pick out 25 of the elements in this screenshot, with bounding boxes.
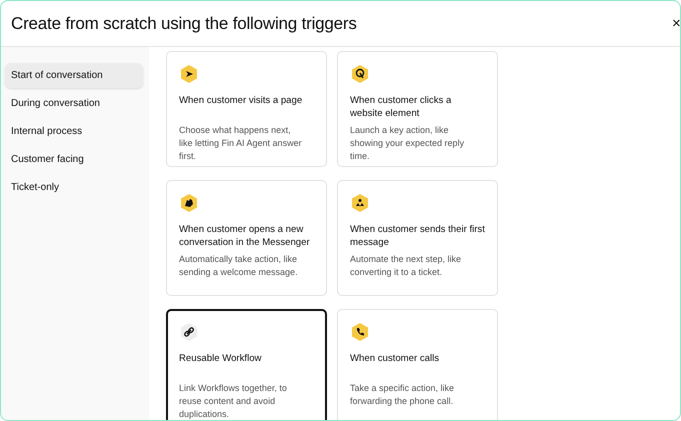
card-description: Launch a key action, like showing your expected reply time. xyxy=(350,124,466,163)
sidebar-item[interactable]: Start of conversation xyxy=(5,63,143,88)
card-title: When customer sends their first message xyxy=(350,223,485,249)
trigger-card[interactable]: When customer calls Take a specific action, like forwarding the phone call. xyxy=(337,309,498,420)
card-description: Automatically take action, like sending a welcome message. xyxy=(179,253,299,279)
trigger-card[interactable]: When customer visits a page Choose what happens next, like letting Fin AI Agent answer first. xyxy=(166,51,327,167)
dialog-title: Create from scratch using the following triggers xyxy=(11,14,357,34)
trigger-card[interactable]: When customer sends their first message Automate the next step, like converting it to a ticket. xyxy=(337,180,498,296)
sidebar-item[interactable]: During conversation xyxy=(5,91,143,116)
sidebar-item[interactable]: Ticket-only xyxy=(5,175,143,200)
card-title: When customer calls xyxy=(350,352,440,366)
trigger-card[interactable]: When customer opens a new conversation in the Messenger Automatically take action, like sending a welcome message. xyxy=(166,180,327,296)
card-description: Choose what happens next, like letting Fin AI Agent answer first. xyxy=(179,124,303,163)
trigger-card[interactable]: Reusable Workflow Link Workflows together, to reuse content and avoid duplications. xyxy=(166,309,327,420)
card-description: Link Workflows together, to reuse content and avoid duplications. xyxy=(179,382,288,420)
card-title: Reusable Workflow xyxy=(179,352,262,366)
sidebar-item[interactable]: Internal process xyxy=(5,119,143,144)
card-title: When customer visits a page xyxy=(179,94,304,108)
card-description: Automate the next step, like converting it to a ticket. xyxy=(350,253,462,279)
trigger-card[interactable]: When customer clicks a website element Launch a key action, like showing your expected reply time. xyxy=(337,51,498,167)
close-button[interactable]: × xyxy=(672,15,680,32)
sidebar-item[interactable]: Customer facing xyxy=(5,147,143,172)
card-title: When customer clicks a website element xyxy=(350,94,452,120)
card-description: Take a specific action, like forwarding the phone call. xyxy=(350,382,456,408)
card-title: When customer opens a new conversation in the Messenger xyxy=(179,223,311,249)
